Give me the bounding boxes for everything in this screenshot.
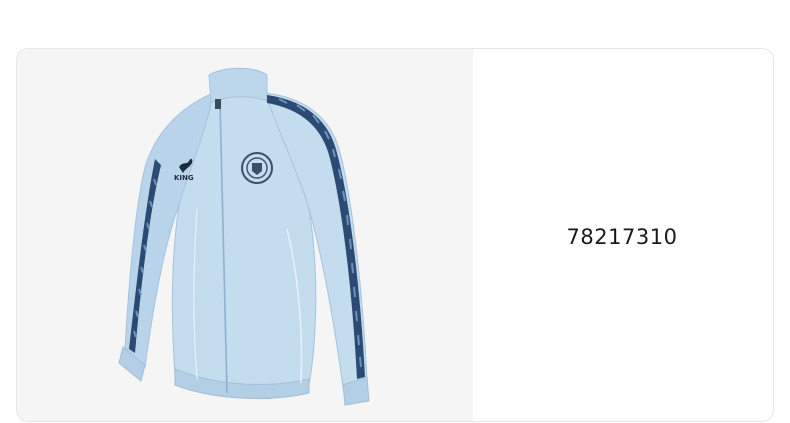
product-info-panel: 78217310 [473,49,773,421]
jacket-illustration: KING [118,67,370,406]
svg-text:KING: KING [174,174,194,182]
club-badge [241,152,273,184]
product-code: 78217310 [566,224,678,249]
product-card[interactable]: KING 78217310 [16,48,774,422]
product-image[interactable]: KING [17,49,473,421]
